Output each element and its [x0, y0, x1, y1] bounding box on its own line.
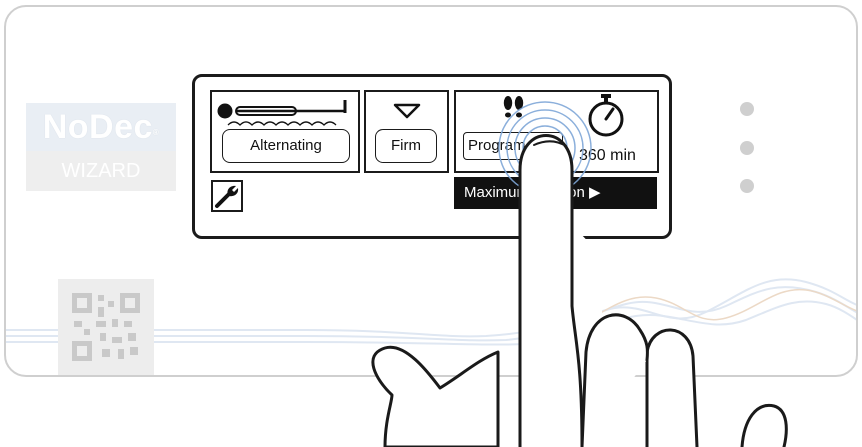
touching-finger-icon — [371, 101, 788, 447]
